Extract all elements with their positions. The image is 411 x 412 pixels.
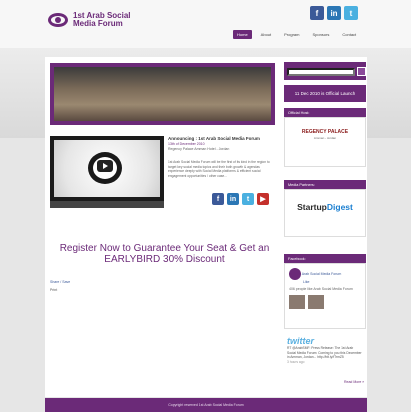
official-host-header: Official Host:	[284, 108, 366, 117]
logo-icon	[48, 13, 68, 27]
page-avatar	[289, 268, 301, 280]
announcement-venue: Regency Palace Amman Hotel - Jordan	[168, 146, 230, 151]
nav-home[interactable]: Home	[233, 30, 252, 39]
share-save-button[interactable]: Share / Save	[50, 280, 70, 284]
print-link[interactable]: Print	[50, 288, 57, 292]
register-link[interactable]: Register Now to Guarantee Your Seat & Ge…	[52, 243, 277, 265]
linkedin-share-icon[interactable]: in	[227, 193, 239, 205]
logo-line2: Media Forum	[73, 19, 123, 28]
search-button[interactable]	[357, 67, 366, 76]
nav-contact[interactable]: Contact	[338, 30, 360, 39]
facebook-share-icon[interactable]: f	[212, 193, 224, 205]
tweet-time[interactable]: 3 hours ago	[287, 360, 363, 365]
fb-page-name[interactable]: Arab Social Media Forum	[302, 272, 342, 276]
regency-sub: Amman - Jordan	[313, 136, 337, 140]
site-logo[interactable]: 1st Arab Social Media Forum	[48, 12, 131, 28]
fan-avatar[interactable]	[289, 295, 305, 309]
launch-banner[interactable]: 11 Dec 2010 is Official Launch	[284, 85, 366, 102]
fan-avatar[interactable]	[308, 295, 324, 309]
read-more-link[interactable]: Read More »	[344, 380, 364, 384]
startupdigest-logo: StartupDigest	[297, 202, 353, 212]
share-icons: f in t ▶	[212, 193, 269, 205]
twitter-widget: twitter RT @ArabSMF: Press Release: The …	[284, 333, 366, 378]
announcement-meta: 13th of December 2010 Regency Palace Amm…	[168, 142, 276, 151]
announcement-title[interactable]: Announcing : 1st Arab Social Media Forum	[168, 136, 276, 141]
facebook-icon[interactable]: f	[310, 6, 324, 20]
nav-sponsors[interactable]: Sponsors	[308, 30, 333, 39]
footer: Copyright reserved 1st Arab Social Media…	[45, 398, 367, 412]
youtube-icon[interactable]: ▶	[257, 193, 269, 205]
video-controls[interactable]	[50, 201, 164, 208]
fb-people-count: 406 people like Arab Social Media Forum	[289, 286, 353, 291]
official-host-panel[interactable]: REGENCY PALACE Amman - Jordan	[284, 117, 366, 167]
fan-photos	[289, 295, 361, 309]
tweet-text: RT @ArabSMF: Press Release: The 1st Arab…	[287, 346, 362, 359]
social-links: f in t	[310, 6, 358, 20]
hero-image	[54, 67, 271, 121]
twitter-share-icon[interactable]: t	[242, 193, 254, 205]
twitter-icon[interactable]: t	[344, 6, 358, 20]
facebook-widget: Arab Social Media Forum Like 406 people …	[284, 263, 366, 329]
nav-program[interactable]: Program	[280, 30, 303, 39]
twitter-logo: twitter	[287, 336, 314, 346]
media-partners-panel[interactable]: StartupDigest	[284, 189, 366, 237]
media-partners-header: Media Partners:	[284, 180, 366, 189]
announcement-body: 1st Arab Social Media Forum will be the …	[168, 160, 270, 178]
fb-like-button[interactable]: Like	[303, 280, 361, 285]
linkedin-icon[interactable]: in	[327, 6, 341, 20]
nav-about[interactable]: About	[257, 30, 275, 39]
play-icon[interactable]	[97, 160, 113, 172]
search-input[interactable]	[287, 68, 355, 76]
main-nav: Home About Program Sponsors Contact	[233, 30, 360, 39]
facebook-header: Facebook:	[284, 254, 366, 263]
